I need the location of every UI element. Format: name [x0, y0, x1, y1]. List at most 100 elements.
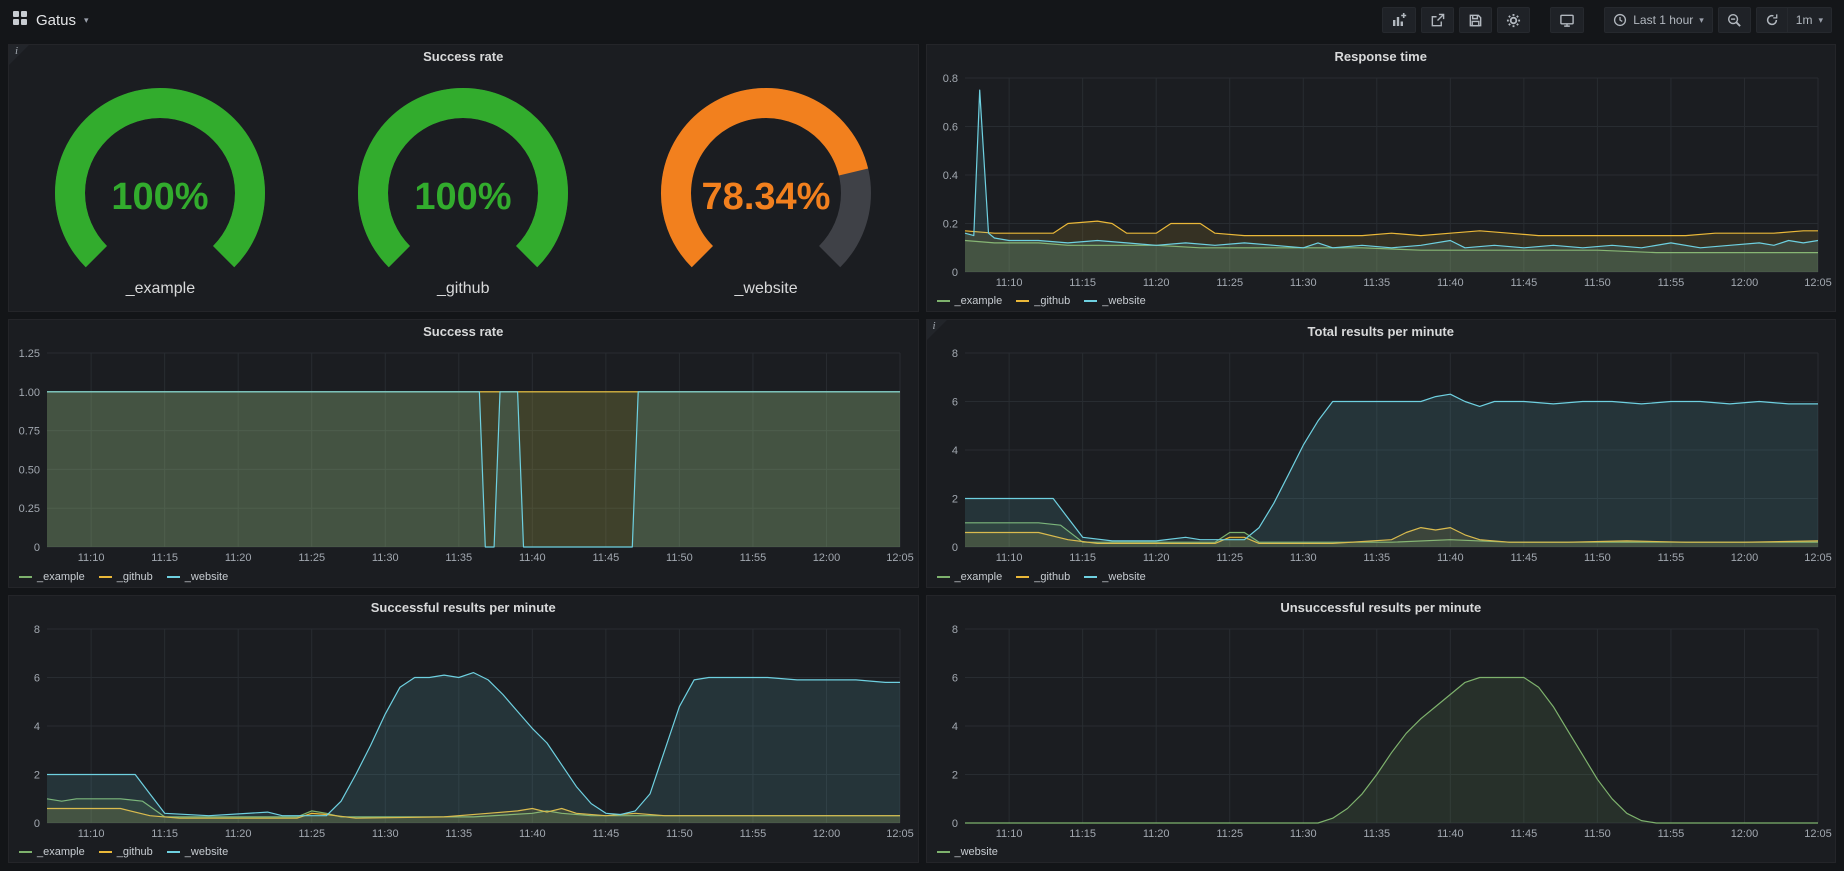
legend-color-swatch — [937, 300, 950, 302]
dashboard-title[interactable]: Gatus — [36, 12, 76, 29]
panel-title[interactable]: Unsuccessful results per minute — [927, 596, 1836, 620]
tv-mode-button[interactable] — [1550, 7, 1584, 33]
svg-text:4: 4 — [951, 445, 957, 457]
legend-color-swatch — [937, 851, 950, 853]
svg-text:0.8: 0.8 — [942, 73, 957, 85]
legend-item-example[interactable]: _example — [19, 846, 85, 858]
legend-item-example[interactable]: _example — [19, 571, 85, 583]
svg-text:6: 6 — [951, 397, 957, 409]
successful-results-chart[interactable]: 11:1011:1511:2011:2511:3011:3511:4011:45… — [9, 620, 918, 842]
dashboard-picker[interactable]: Gatus ▾ — [12, 10, 89, 31]
svg-text:11:40: 11:40 — [1436, 828, 1463, 840]
svg-text:11:20: 11:20 — [225, 828, 252, 840]
svg-text:11:10: 11:10 — [995, 277, 1022, 289]
legend-label: _github — [117, 846, 153, 858]
svg-text:11:20: 11:20 — [225, 552, 252, 564]
panel-title[interactable]: Successful results per minute — [9, 596, 918, 620]
legend-color-swatch — [937, 576, 950, 578]
svg-text:11:55: 11:55 — [1657, 828, 1684, 840]
svg-text:11:35: 11:35 — [1363, 552, 1390, 564]
gauge-github: 100%_github — [313, 83, 613, 298]
caret-down-icon: ▾ — [1699, 15, 1704, 26]
chart-legend: _example _github _website — [927, 567, 1836, 587]
svg-text:11:20: 11:20 — [1142, 552, 1169, 564]
panel-unsuccessful-results: Unsuccessful results per minute 11:1011:… — [926, 595, 1837, 863]
zoom-out-button[interactable] — [1718, 7, 1751, 33]
success-rate-chart[interactable]: 11:1011:1511:2011:2511:3011:3511:4011:45… — [9, 344, 918, 566]
settings-gear-icon[interactable] — [1497, 7, 1530, 33]
panel-title[interactable]: Success rate — [9, 45, 918, 69]
svg-text:11:40: 11:40 — [519, 828, 546, 840]
legend-item-website[interactable]: _website — [167, 846, 228, 858]
legend-color-swatch — [1084, 576, 1097, 578]
svg-text:11:40: 11:40 — [1436, 552, 1463, 564]
legend-item-example[interactable]: _example — [937, 295, 1003, 307]
panel-response-time: Response time 11:1011:1511:2011:2511:301… — [926, 44, 1837, 312]
refresh-interval-dropdown[interactable]: 1m ▾ — [1787, 7, 1832, 33]
legend-item-github[interactable]: _github — [1016, 571, 1070, 583]
svg-text:0.4: 0.4 — [942, 170, 957, 182]
dashboard-grid-icon[interactable] — [12, 10, 28, 31]
svg-text:11:50: 11:50 — [1584, 277, 1611, 289]
total-results-chart[interactable]: 11:1011:1511:2011:2511:3011:3511:4011:45… — [927, 344, 1836, 566]
svg-text:11:10: 11:10 — [78, 552, 105, 564]
share-button[interactable] — [1421, 7, 1454, 33]
legend-color-swatch — [99, 851, 112, 853]
legend-color-swatch — [99, 576, 112, 578]
response-time-chart[interactable]: 11:1011:1511:2011:2511:3011:3511:4011:45… — [927, 69, 1836, 291]
legend-label: _example — [37, 571, 85, 583]
legend-item-github[interactable]: _github — [1016, 295, 1070, 307]
svg-text:11:30: 11:30 — [1289, 277, 1316, 289]
svg-text:11:45: 11:45 — [593, 828, 620, 840]
svg-text:11:50: 11:50 — [666, 828, 693, 840]
navbar-actions: Last 1 hour ▾ 1m ▾ — [1382, 7, 1832, 33]
svg-text:12:05: 12:05 — [886, 828, 914, 840]
svg-text:12:05: 12:05 — [1804, 552, 1832, 564]
svg-text:11:35: 11:35 — [1363, 828, 1390, 840]
legend-item-website[interactable]: _website — [937, 846, 998, 858]
legend-item-website[interactable]: _website — [1084, 571, 1145, 583]
svg-text:11:40: 11:40 — [519, 552, 546, 564]
svg-text:11:15: 11:15 — [1069, 828, 1096, 840]
svg-text:11:55: 11:55 — [1657, 552, 1684, 564]
svg-text:0: 0 — [951, 542, 957, 554]
svg-text:11:25: 11:25 — [1216, 828, 1243, 840]
svg-text:11:55: 11:55 — [1657, 277, 1684, 289]
svg-text:0.50: 0.50 — [19, 465, 40, 477]
panel-success-rate-gauges: Success rate 100%_example100%_github78.3… — [8, 44, 919, 312]
panel-info-icon[interactable] — [9, 45, 31, 67]
dashboard-grid: Success rate 100%_example100%_github78.3… — [0, 40, 1844, 871]
refresh-button[interactable] — [1756, 7, 1787, 33]
time-range-picker[interactable]: Last 1 hour ▾ — [1604, 7, 1713, 33]
legend-item-website[interactable]: _website — [167, 571, 228, 583]
svg-text:11:30: 11:30 — [1289, 552, 1316, 564]
legend-item-website[interactable]: _website — [1084, 295, 1145, 307]
chart-area: 11:1011:1511:2011:2511:3011:3511:4011:45… — [927, 69, 1836, 291]
svg-text:11:50: 11:50 — [1584, 552, 1611, 564]
svg-text:11:25: 11:25 — [298, 552, 325, 564]
legend-label: _website — [955, 846, 998, 858]
gauge-website: 78.34%_website — [616, 83, 916, 298]
panel-title[interactable]: Total results per minute — [927, 320, 1836, 344]
svg-text:11:20: 11:20 — [1142, 828, 1169, 840]
legend-item-github[interactable]: _github — [99, 571, 153, 583]
legend-item-example[interactable]: _example — [937, 571, 1003, 583]
gauge-value: 100% — [415, 176, 512, 218]
svg-text:11:50: 11:50 — [1584, 828, 1611, 840]
gauge-example: 100%_example — [10, 83, 310, 298]
unsuccessful-results-chart[interactable]: 11:1011:1511:2011:2511:3011:3511:4011:45… — [927, 620, 1836, 842]
panel-title[interactable]: Response time — [927, 45, 1836, 69]
svg-text:0: 0 — [34, 818, 40, 830]
save-button[interactable] — [1459, 7, 1492, 33]
svg-text:1.00: 1.00 — [19, 387, 40, 399]
legend-item-github[interactable]: _github — [99, 846, 153, 858]
add-panel-button[interactable] — [1382, 7, 1416, 33]
panel-info-icon[interactable] — [927, 320, 949, 342]
panel-success-rate-line: Success rate 11:1011:1511:2011:2511:3011… — [8, 319, 919, 587]
top-navbar: Gatus ▾ Last 1 hour ▾ — [0, 0, 1844, 40]
chart-legend: _example _github _website — [927, 291, 1836, 311]
svg-text:11:55: 11:55 — [740, 552, 767, 564]
panel-title[interactable]: Success rate — [9, 320, 918, 344]
svg-text:4: 4 — [34, 721, 40, 733]
svg-text:11:10: 11:10 — [78, 828, 105, 840]
